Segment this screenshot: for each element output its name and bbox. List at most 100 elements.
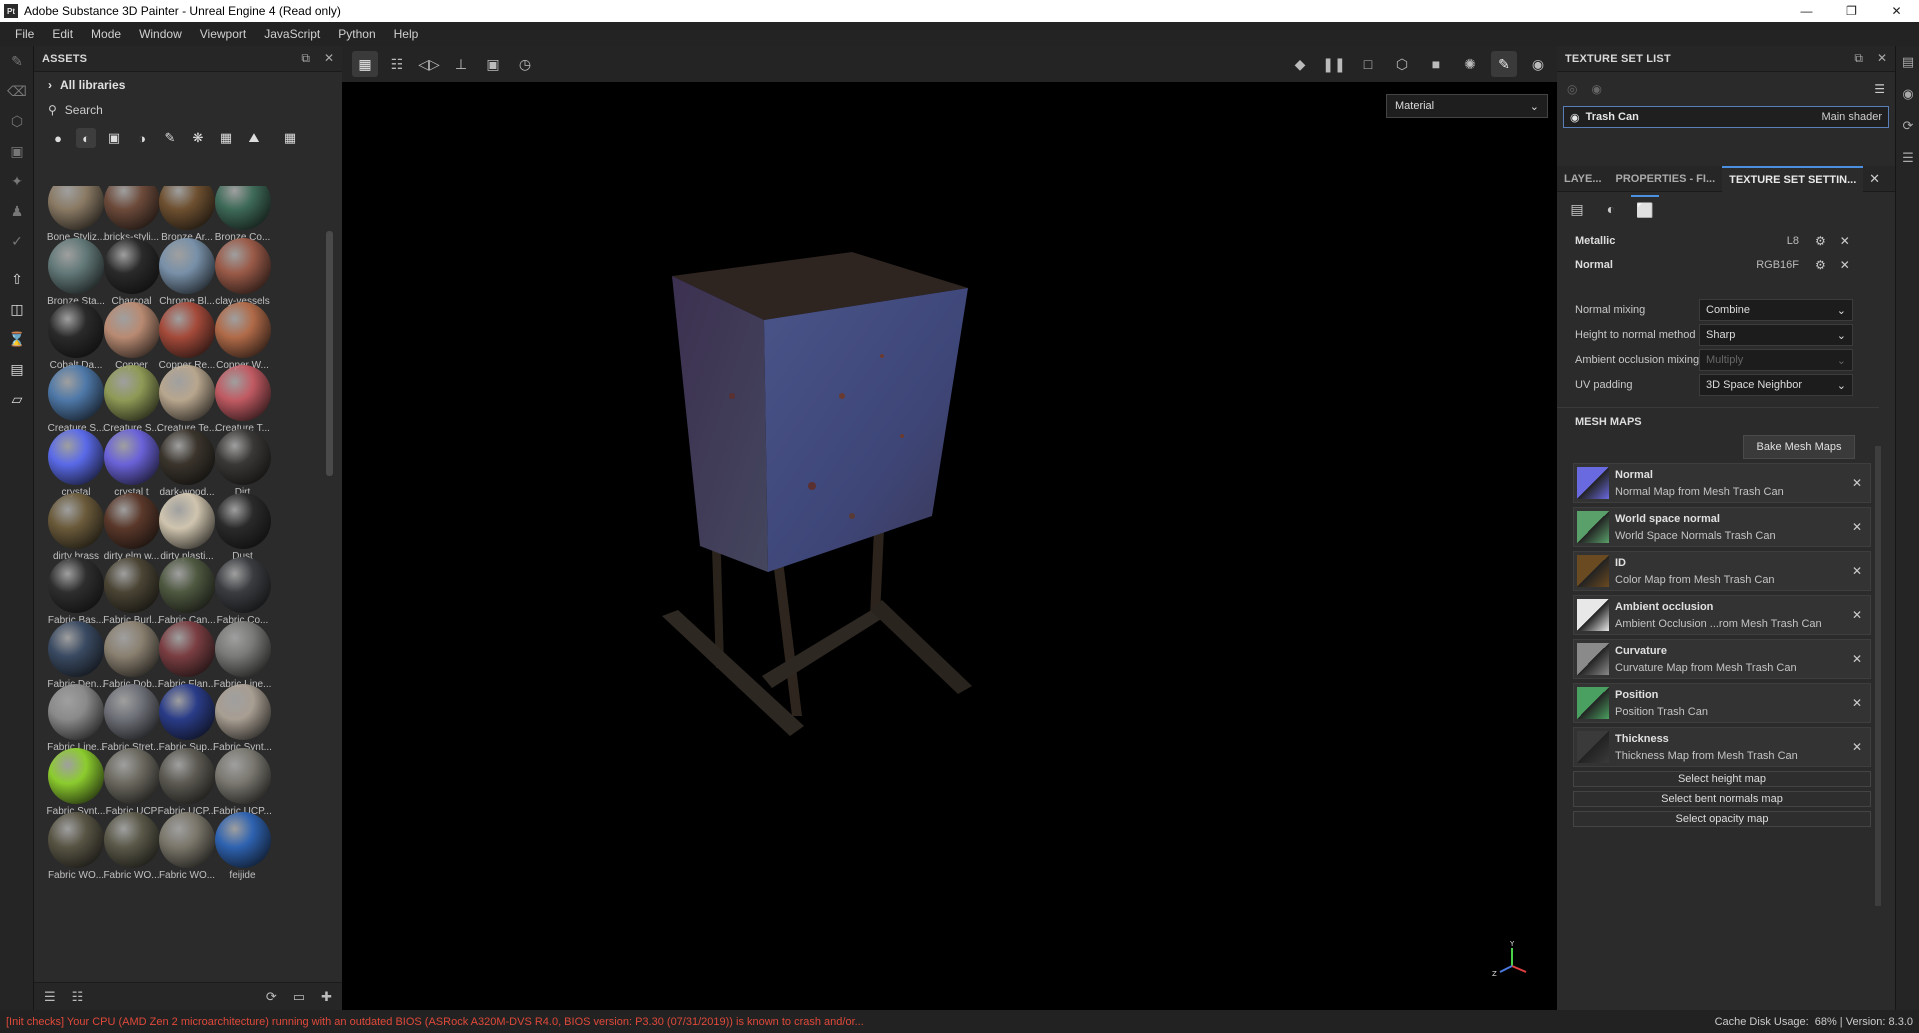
polygon-fill-icon[interactable]: ▣ xyxy=(0,136,34,166)
close-tab-icon[interactable]: ✕ xyxy=(1862,166,1887,192)
refresh-icon[interactable]: ⟳ xyxy=(266,989,277,1005)
frame-icon[interactable]: ▣ xyxy=(480,51,506,77)
list-view-icon[interactable]: ☷ xyxy=(72,989,84,1005)
assets-scrollbar[interactable] xyxy=(326,231,333,476)
remove-map-icon[interactable]: ✕ xyxy=(1852,564,1862,578)
hide-all-icon[interactable]: ◎ xyxy=(1567,82,1577,96)
pause-icon[interactable]: ❚❚ xyxy=(1321,51,1347,77)
grid-view-icon[interactable]: ▦ xyxy=(280,128,300,148)
restore-icon[interactable]: ❐ xyxy=(1829,0,1874,22)
mesh-map-item[interactable]: World space normal World Space Normals Tr… xyxy=(1573,507,1871,547)
channels-icon[interactable]: ▤ xyxy=(1563,195,1591,223)
uv-padding-dropdown[interactable]: 3D Space Neighbor ⌄ xyxy=(1699,374,1853,396)
screenshot-icon[interactable]: ◉ xyxy=(1525,51,1551,77)
clone-icon[interactable]: ♟ xyxy=(0,196,34,226)
cube-icon[interactable]: ▱ xyxy=(0,384,34,414)
light-icon[interactable]: ✺ xyxy=(1457,51,1483,77)
tab-layers[interactable]: LAYE... xyxy=(1557,166,1609,192)
add-icon[interactable]: ✚ xyxy=(321,989,332,1005)
paint-brush-icon[interactable]: ✎ xyxy=(0,46,34,76)
filter-brushes-icon[interactable]: ✎ xyxy=(160,128,180,148)
remove-map-icon[interactable]: ✕ xyxy=(1852,476,1862,490)
settings-scrollbar[interactable] xyxy=(1875,446,1881,906)
channel-format[interactable]: L8 xyxy=(1725,235,1815,247)
select-height-map-button[interactable]: Select height map xyxy=(1573,771,1871,787)
viewport[interactable]: ▦ ☷ ◁▷ ⊥ ▣ ◷ ◆ ❚❚ □ ⬡ ■ ✺ ✎ ◉ Material ⌄… xyxy=(342,46,1557,1010)
history-icon[interactable]: ⌛ xyxy=(0,324,34,354)
undock-icon[interactable]: ⧉ xyxy=(301,51,310,66)
video-camera-icon[interactable]: ■ xyxy=(1423,51,1449,77)
select-opacity-map-button[interactable]: Select opacity map xyxy=(1573,811,1871,827)
normal-mixing-dropdown[interactable]: Combine ⌄ xyxy=(1699,299,1853,321)
filter-procedurals-icon[interactable]: ◑ xyxy=(132,128,152,148)
search-input[interactable]: Search xyxy=(65,103,103,117)
gear-icon[interactable]: ⚙ xyxy=(1815,234,1826,248)
channel-format[interactable]: RGB16F xyxy=(1725,259,1815,271)
history-icon[interactable]: ⟳ xyxy=(1896,110,1919,142)
remove-icon[interactable]: ✕ xyxy=(1840,234,1850,248)
filter-masks-icon[interactable]: ▣ xyxy=(104,128,124,148)
color-picker-icon[interactable]: ✓ xyxy=(0,226,34,256)
smudge-icon[interactable]: ✦ xyxy=(0,166,34,196)
log-icon[interactable]: ☰ xyxy=(1896,142,1919,174)
remove-icon[interactable]: ✕ xyxy=(1840,258,1850,272)
remove-map-icon[interactable]: ✕ xyxy=(1852,652,1862,666)
bake-icon[interactable]: ◫ xyxy=(0,294,34,324)
menu-python[interactable]: Python xyxy=(329,27,384,41)
material-icon[interactable]: ◐ xyxy=(1597,195,1625,223)
close-icon[interactable]: ✕ xyxy=(1874,0,1919,22)
tile-icon[interactable]: ☷ xyxy=(384,51,410,77)
eraser-icon[interactable]: ⌫ xyxy=(0,76,34,106)
tab-texture-set-settings[interactable]: TEXTURE SET SETTIN... xyxy=(1722,165,1864,192)
remove-map-icon[interactable]: ✕ xyxy=(1852,608,1862,622)
remove-map-icon[interactable]: ✕ xyxy=(1852,696,1862,710)
texture-set-icon[interactable]: ▤ xyxy=(1896,46,1919,78)
menu-mode[interactable]: Mode xyxy=(82,27,130,41)
menu-help[interactable]: Help xyxy=(385,27,428,41)
grid-snap-icon[interactable]: ▦ xyxy=(352,51,378,77)
bake-mesh-maps-button[interactable]: Bake Mesh Maps xyxy=(1743,435,1855,459)
remove-map-icon[interactable]: ✕ xyxy=(1852,740,1862,754)
mesh-map-item[interactable]: Position Position Trash Can ✕ xyxy=(1573,683,1871,723)
filter-particles-icon[interactable]: ❋ xyxy=(188,128,208,148)
projection-icon[interactable]: ⬡ xyxy=(0,106,34,136)
camera-2d-icon[interactable]: □ xyxy=(1355,51,1381,77)
show-all-icon[interactable]: ◉ xyxy=(1591,82,1601,96)
mesh-map-item[interactable]: Ambient occlusion Ambient Occlusion ...ro… xyxy=(1573,595,1871,635)
menu-file[interactable]: File xyxy=(6,27,43,41)
folder-icon[interactable]: ▭ xyxy=(293,989,305,1005)
close-panel-icon[interactable]: ✕ xyxy=(1877,51,1887,66)
mesh-map-item[interactable]: Thickness Thickness Map from Mesh Trash C… xyxy=(1573,727,1871,767)
assets-search[interactable]: ⚲ Search xyxy=(34,98,342,122)
camera-3d-icon[interactable]: ⬡ xyxy=(1389,51,1415,77)
undock-icon[interactable]: ⧉ xyxy=(1854,51,1863,66)
filter-smart-materials-icon[interactable]: ◐ xyxy=(76,128,96,148)
filter-textures-icon[interactable]: ▦ xyxy=(216,128,236,148)
library-selector[interactable]: › All libraries xyxy=(34,72,342,98)
menu-icon[interactable]: ☰ xyxy=(1874,82,1885,96)
viewport-mode-dropdown[interactable]: Material ⌄ xyxy=(1386,94,1548,118)
gear-icon[interactable]: ⚙ xyxy=(1815,258,1826,272)
menu-window[interactable]: Window xyxy=(130,27,191,41)
minimize-icon[interactable]: — xyxy=(1784,0,1829,22)
status-message[interactable]: [Init checks] Your CPU (AMD Zen 2 microa… xyxy=(6,1016,864,1028)
filter-materials-icon[interactable]: ● xyxy=(48,128,68,148)
select-bent-normals-button[interactable]: Select bent normals map xyxy=(1573,791,1871,807)
texture-set-item[interactable]: ◉ Trash Can Main shader xyxy=(1563,106,1889,128)
menu-javascript[interactable]: JavaScript xyxy=(255,27,329,41)
asset-thumbnail[interactable]: feijide xyxy=(209,810,277,888)
history-time-icon[interactable]: ◷ xyxy=(512,51,538,77)
hide-icon[interactable]: ◆ xyxy=(1287,51,1313,77)
mesh-map-item[interactable]: ID Color Map from Mesh Trash Can ✕ xyxy=(1573,551,1871,591)
eye-icon[interactable]: ◉ xyxy=(1570,111,1580,124)
document-icon[interactable]: ▤ xyxy=(0,354,34,384)
symmetry-icon[interactable]: ◁▷ xyxy=(416,51,442,77)
menu-viewport[interactable]: Viewport xyxy=(191,27,255,41)
menu-edit[interactable]: Edit xyxy=(43,27,82,41)
mesh-map-item[interactable]: Normal Normal Map from Mesh Trash Can ✕ xyxy=(1573,463,1871,503)
mesh-map-item[interactable]: Curvature Curvature Map from Mesh Trash C… xyxy=(1573,639,1871,679)
sort-icon[interactable]: ☰ xyxy=(44,989,56,1005)
export-icon[interactable]: ⇧ xyxy=(0,264,34,294)
height-method-dropdown[interactable]: Sharp ⌄ xyxy=(1699,324,1853,346)
tab-properties[interactable]: PROPERTIES - FI... xyxy=(1609,166,1723,192)
